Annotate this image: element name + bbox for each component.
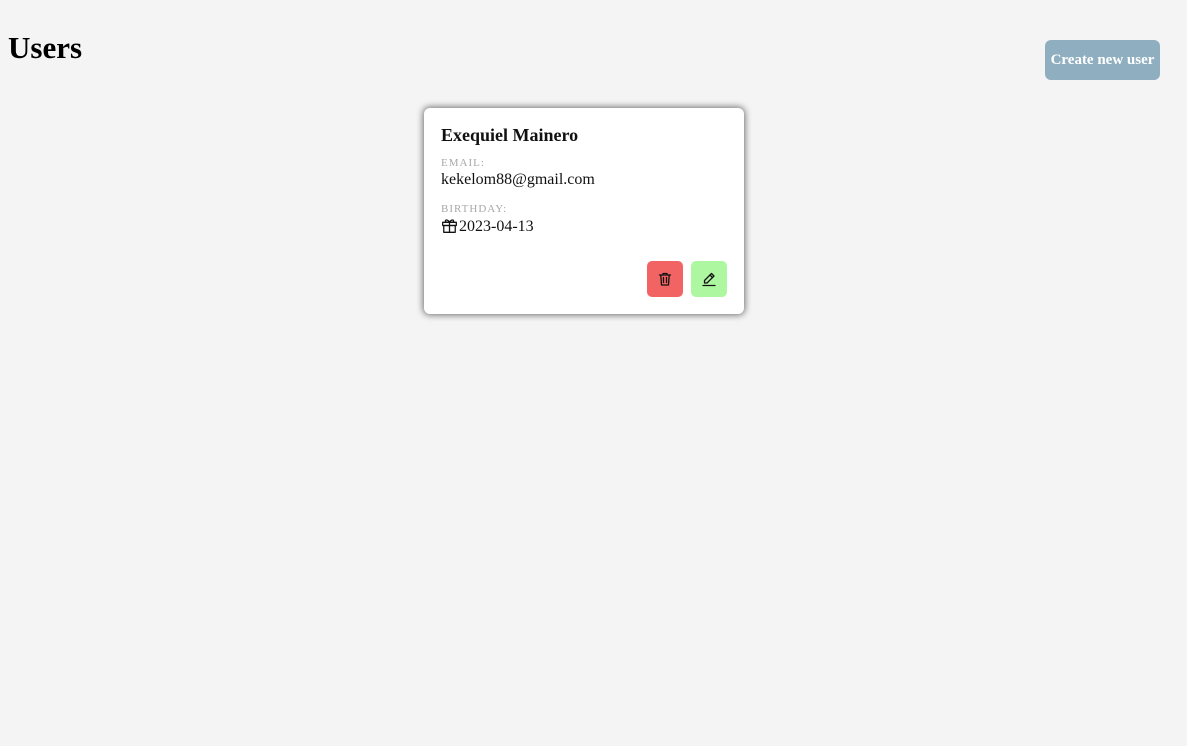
trash-icon [657,271,673,287]
edit-user-button[interactable] [691,261,727,297]
birthday-label: BIRTHDAY: [441,203,508,215]
delete-user-button[interactable] [647,261,683,297]
page-title: Users [8,30,83,65]
birthday-value: 2023-04-13 [459,218,534,235]
gift-icon [441,217,458,234]
card-actions [647,261,727,297]
create-user-button[interactable]: Create new user [1045,40,1160,80]
email-label: EMAIL: [441,157,485,169]
email-value: kekelom88@gmail.com [441,171,595,188]
user-name: Exequiel Mainero [441,125,579,145]
user-card: Exequiel Mainero EMAIL: kekelom88@gmail.… [424,108,744,314]
birthday-row: 2023-04-13 [441,217,727,237]
pencil-icon [701,271,717,287]
